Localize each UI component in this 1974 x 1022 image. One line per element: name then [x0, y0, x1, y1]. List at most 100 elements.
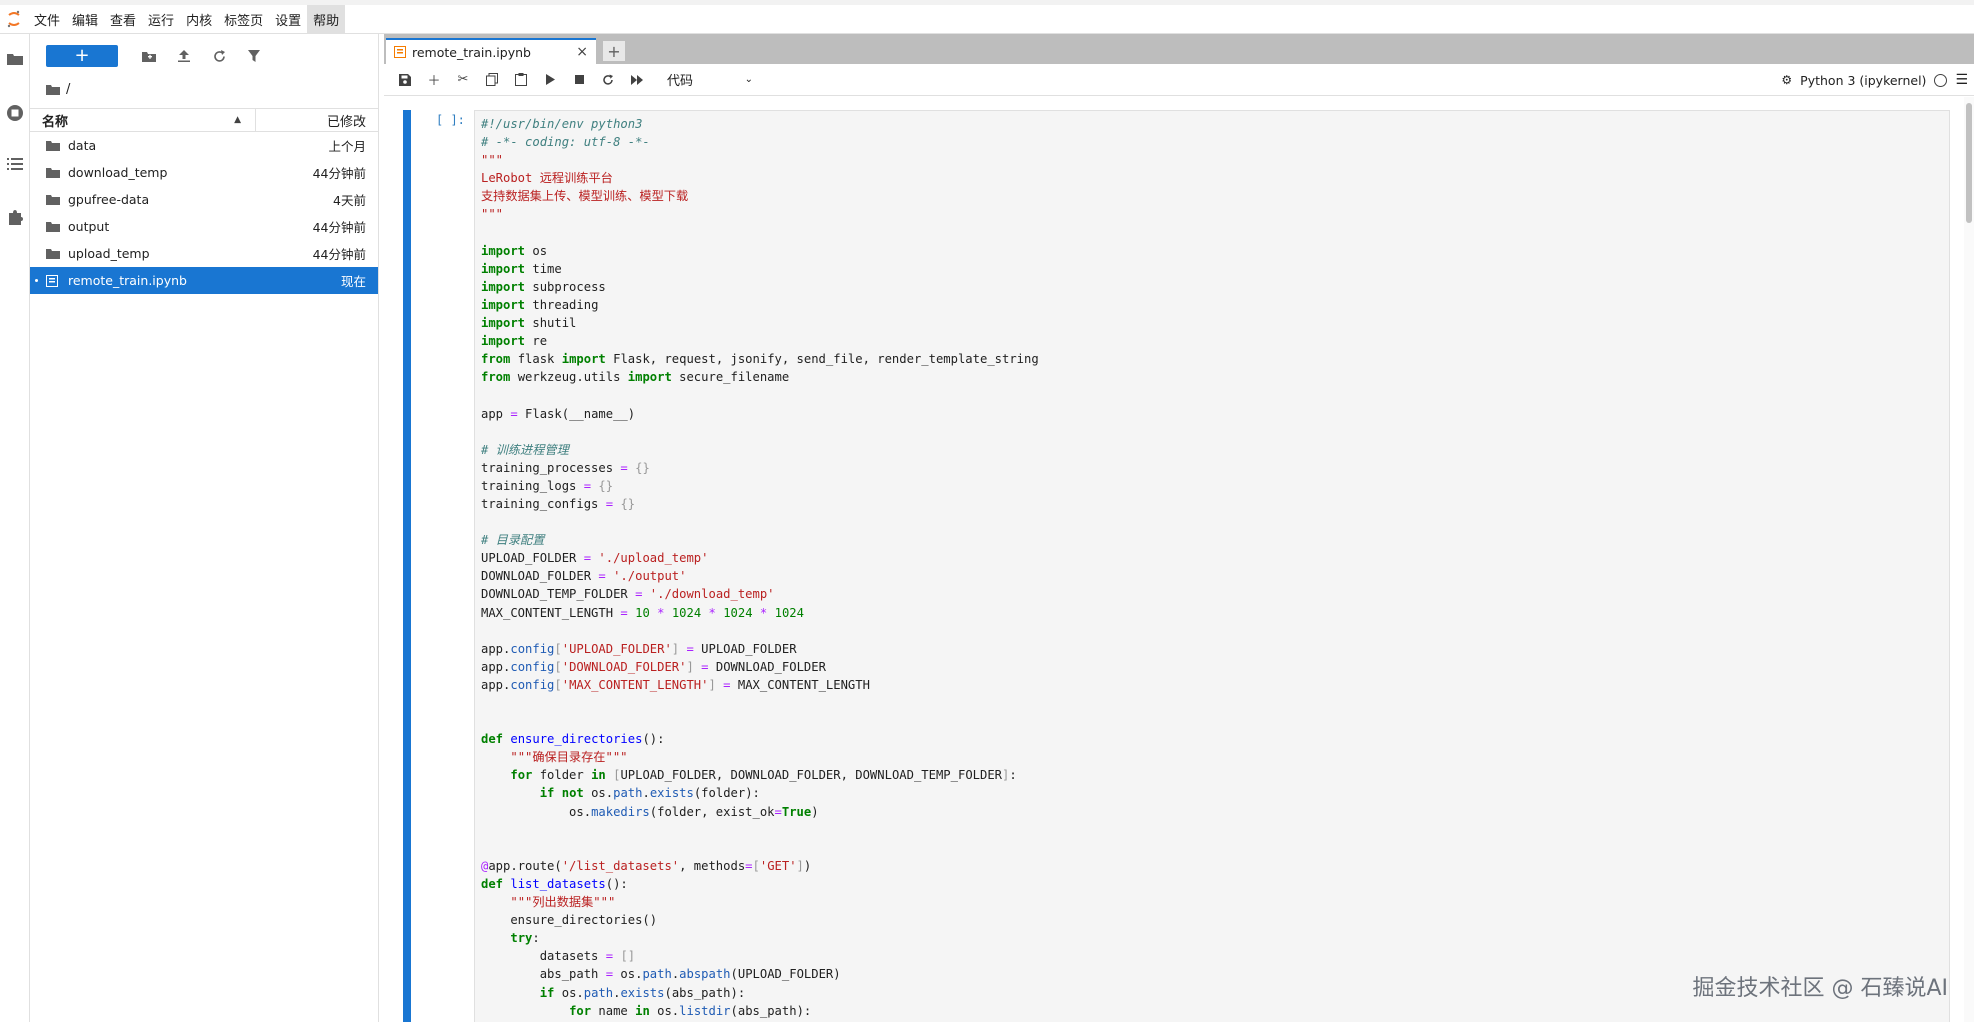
file-row[interactable]: remote_train.ipynb 现在	[30, 267, 378, 294]
folder-icon	[46, 221, 60, 233]
code-line: """	[481, 207, 504, 222]
menu-item[interactable]: 内核	[180, 5, 218, 33]
filter-icon[interactable]	[243, 45, 265, 67]
folder-icon	[46, 248, 60, 260]
code-line: datasets = []	[481, 949, 636, 964]
notebook-toolbar: ＋ ✂ 代码 ⌄	[384, 64, 1974, 96]
tab-bar: remote_train.ipynb × +	[384, 34, 1974, 64]
code-line: import subprocess	[481, 279, 606, 294]
column-name-header[interactable]: 名称 ▲	[30, 109, 256, 131]
code-line: DOWNLOAD_TEMP_FOLDER = './download_temp'	[481, 587, 775, 602]
code-line: 支持数据集上传、模型训练、模型下载	[481, 189, 689, 204]
add-cell-icon[interactable]: ＋	[425, 71, 443, 89]
menu-item[interactable]: 运行	[142, 5, 180, 33]
menu-item[interactable]: 帮助	[307, 5, 346, 33]
folder-icon	[46, 84, 60, 95]
file-modified: 44分钟前	[312, 247, 366, 262]
file-list: data 上个月 download_temp 44分钟前 gpufree-data 4天前…	[30, 132, 378, 294]
code-editor[interactable]: #!/usr/bin/env python3 # -*- coding: utf-…	[474, 110, 1950, 1022]
column-modified-header[interactable]: 已修改	[256, 111, 378, 130]
stop-icon[interactable]	[570, 71, 588, 89]
code-line: ensure_directories()	[481, 913, 658, 928]
file-name: download_temp	[68, 165, 168, 180]
restart-icon[interactable]	[599, 71, 617, 89]
code-line: from werkzeug.utils import secure_filena…	[481, 370, 790, 385]
save-icon[interactable]	[396, 71, 414, 89]
file-row[interactable]: data 上个月	[30, 132, 378, 159]
code-line: """列出数据集"""	[510, 895, 616, 910]
code-line: # 训练进程管理	[481, 442, 569, 457]
tab-label: remote_train.ipynb	[412, 44, 531, 60]
code-line: from flask import Flask, request, jsonif…	[481, 352, 1039, 367]
running-kernels-icon[interactable]	[4, 102, 26, 124]
scroll-thumb[interactable]	[1966, 103, 1972, 223]
cell-collapser[interactable]	[403, 110, 411, 1022]
breadcrumb-root[interactable]: /	[66, 82, 70, 97]
code-line: if not os.path.exists(folder):	[539, 786, 760, 801]
file-row[interactable]: gpufree-data 4天前	[30, 186, 378, 213]
jupyter-logo-icon	[0, 5, 28, 33]
menu-icon[interactable]: ☰	[1955, 72, 1968, 88]
file-name: output	[68, 219, 110, 234]
refresh-icon[interactable]	[208, 45, 230, 67]
code-content[interactable]: #!/usr/bin/env python3 # -*- coding: utf-…	[481, 115, 1039, 1020]
folder-icon[interactable]	[4, 47, 26, 69]
code-line: if os.path.exists(abs_path):	[539, 985, 746, 1000]
paste-icon[interactable]	[512, 71, 530, 89]
file-browser: + / 名称 ▲ 已修改 data 上个月 download_temp 44分钟前 gp…	[30, 34, 379, 1022]
kernel-name[interactable]: Python 3 (ipykernel)	[1800, 73, 1926, 88]
code-line: abs_path = os.path.abspath(UPLOAD_FOLDER…	[481, 967, 841, 982]
extension-puzzle-icon[interactable]	[4, 206, 26, 228]
menu-item[interactable]: 标签页	[218, 5, 269, 33]
file-row[interactable]: download_temp 44分钟前	[30, 159, 378, 186]
file-modified: 4天前	[333, 193, 366, 208]
file-modified: 44分钟前	[312, 220, 366, 235]
file-modified: 上个月	[328, 139, 366, 154]
code-line: training_configs = {}	[481, 496, 636, 511]
code-line: try:	[510, 931, 540, 946]
cell-type-select[interactable]: 代码 ⌄	[663, 69, 753, 91]
folder-icon	[46, 167, 60, 179]
code-line: #!/usr/bin/env python3	[481, 117, 643, 131]
fast-forward-icon[interactable]	[628, 71, 646, 89]
code-line: app.config['MAX_CONTENT_LENGTH'] = MAX_C…	[481, 677, 870, 692]
table-of-contents-icon[interactable]	[4, 153, 26, 175]
close-icon[interactable]: ×	[576, 44, 588, 60]
file-row[interactable]: output 44分钟前	[30, 213, 378, 240]
file-modified: 现在	[340, 274, 366, 289]
run-icon[interactable]	[541, 71, 559, 89]
file-name: gpufree-data	[68, 192, 150, 207]
tab-remote-train[interactable]: remote_train.ipynb ×	[386, 38, 596, 64]
file-modified: 44分钟前	[312, 166, 366, 181]
code-line: os.makedirs(folder, exist_ok=True)	[481, 804, 819, 819]
new-folder-icon[interactable]	[138, 45, 160, 67]
sort-ascending-icon: ▲	[234, 115, 241, 125]
new-launcher-button[interactable]: +	[46, 45, 118, 67]
folder-icon	[46, 140, 60, 152]
folder-icon	[46, 194, 60, 206]
kernel-status: ⚙ Python 3 (ipykernel) ☰	[1781, 64, 1974, 96]
cut-icon[interactable]: ✂	[454, 71, 472, 89]
copy-icon[interactable]	[483, 71, 501, 89]
file-list-header: 名称 ▲ 已修改	[30, 108, 378, 132]
scrollbar[interactable]	[1964, 97, 1974, 1022]
code-line: import os	[481, 243, 548, 258]
add-tab-button[interactable]: +	[602, 40, 626, 62]
file-row[interactable]: upload_temp 44分钟前	[30, 240, 378, 267]
file-name: data	[68, 138, 97, 153]
bug-icon[interactable]: ⚙	[1781, 73, 1792, 87]
menu-item[interactable]: 查看	[104, 5, 142, 33]
menu-item[interactable]: 编辑	[66, 5, 104, 33]
code-line: def ensure_directories():	[481, 732, 665, 747]
code-line: MAX_CONTENT_LENGTH = 10 * 1024 * 1024 * …	[481, 605, 804, 620]
menu-item[interactable]: 文件	[28, 5, 66, 33]
upload-icon[interactable]	[173, 45, 195, 67]
breadcrumb[interactable]: /	[30, 78, 378, 100]
menu-item[interactable]: 设置	[269, 5, 307, 33]
